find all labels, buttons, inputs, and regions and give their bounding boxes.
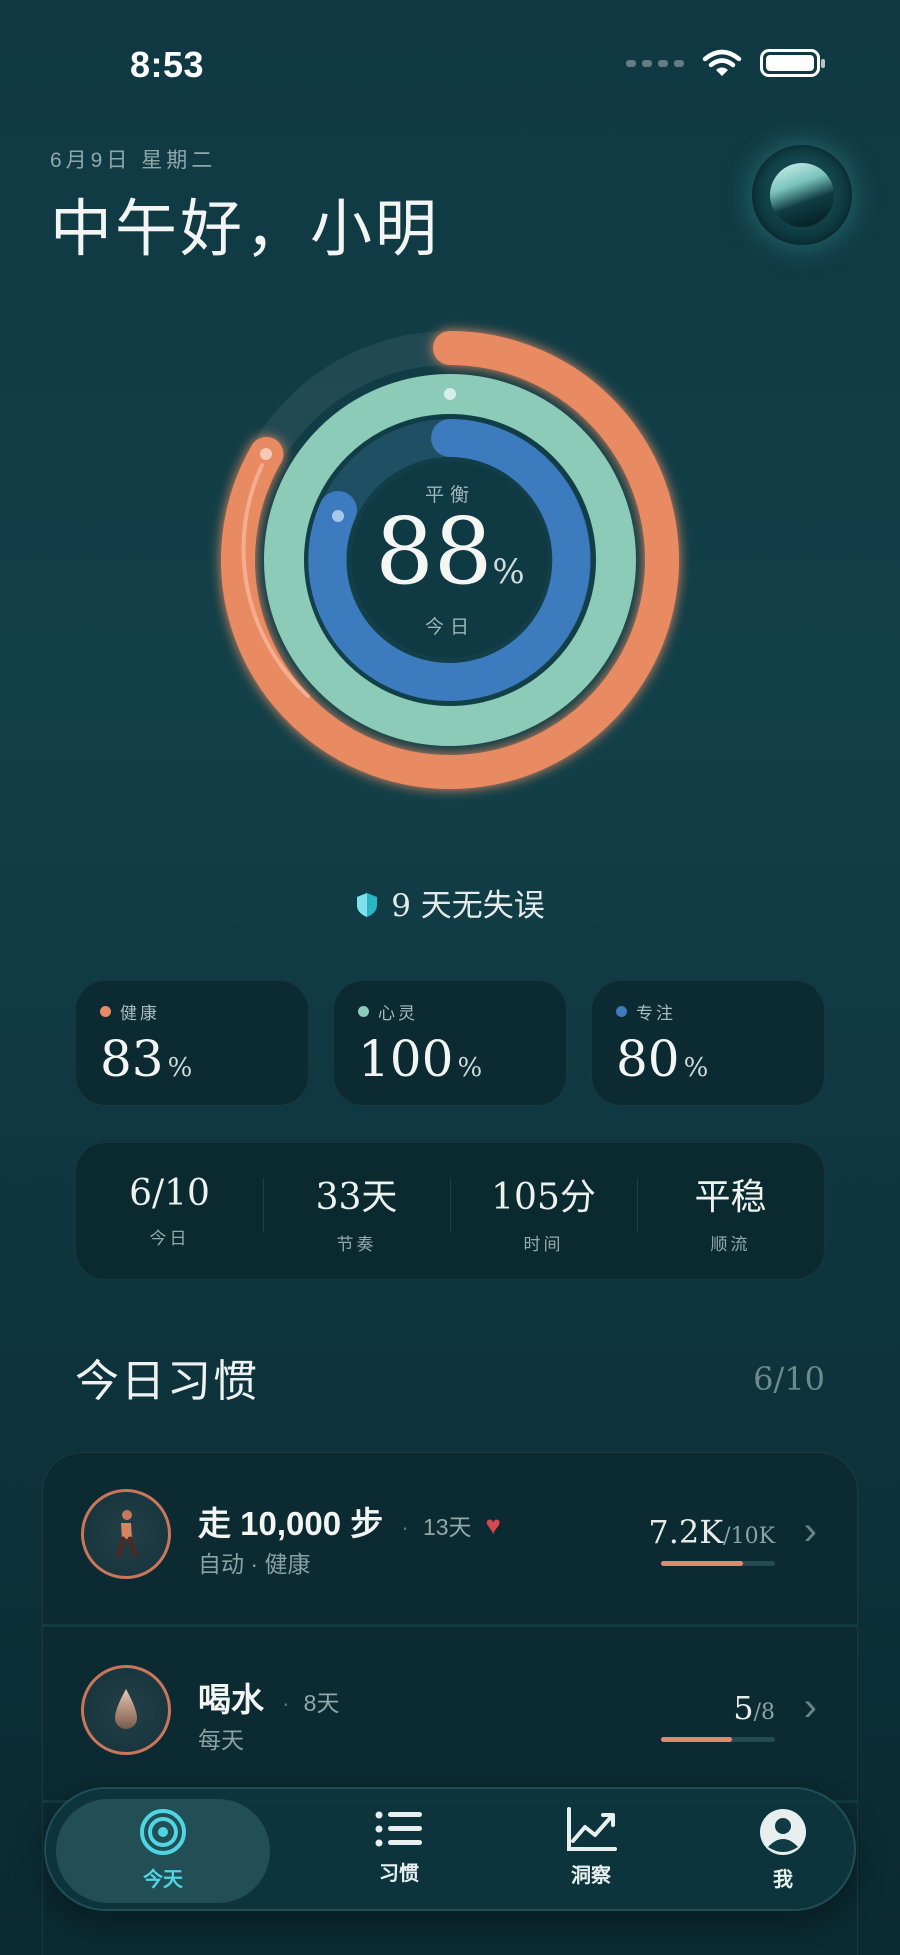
streak-text: 9 天无失误 bbox=[0, 880, 900, 925]
chevron-right-icon: › bbox=[803, 1509, 817, 1553]
stats-summary: 6/10 今日 33天 节奏 105分 时间 平稳 顺流 bbox=[75, 1142, 825, 1280]
greeting-title: 中午好，小明 bbox=[50, 192, 441, 265]
category-card-focus[interactable]: 专注 80% bbox=[591, 980, 825, 1106]
habit-meta: 每天 bbox=[198, 1727, 244, 1753]
tab-bar: 今天 习惯 洞察 我 bbox=[44, 1787, 856, 1911]
habit-progress-bar bbox=[661, 1737, 775, 1742]
category-card-mind[interactable]: 心灵 100% bbox=[333, 980, 567, 1106]
target-icon bbox=[140, 1809, 186, 1855]
category-label: 专注 bbox=[636, 1004, 676, 1023]
tab-label: 习惯 bbox=[379, 1863, 419, 1885]
profile-icon bbox=[760, 1809, 806, 1855]
avatar-orb-icon bbox=[770, 163, 834, 227]
stat-flow: 平稳 顺流 bbox=[637, 1168, 824, 1255]
tab-label: 今天 bbox=[143, 1869, 183, 1891]
category-value: 80% bbox=[616, 1030, 709, 1088]
walking-icon bbox=[81, 1489, 171, 1579]
cellular-signal-icon bbox=[626, 59, 684, 67]
avatar[interactable] bbox=[752, 145, 852, 245]
status-time: 8:53 bbox=[130, 44, 205, 85]
tab-insights[interactable]: 洞察 bbox=[496, 1789, 686, 1913]
stat-time: 105分 时间 bbox=[450, 1168, 637, 1255]
stat-rhythm: 33天 节奏 bbox=[263, 1168, 450, 1255]
tab-me[interactable]: 我 bbox=[688, 1789, 878, 1913]
focus-dot-icon bbox=[616, 1006, 627, 1017]
ring-center-sub: 今日 bbox=[424, 617, 475, 638]
water-drop-icon bbox=[81, 1665, 171, 1755]
habit-name: 喝水 · 8天 bbox=[198, 1681, 340, 1718]
habit-progress-bar bbox=[661, 1561, 775, 1566]
category-label: 健康 bbox=[120, 1004, 160, 1023]
habit-name: 走 10,000 步 · 13天 ♥ bbox=[198, 1505, 501, 1542]
tab-label: 我 bbox=[773, 1869, 793, 1891]
stat-today: 6/10 今日 bbox=[129, 1173, 210, 1248]
tab-label: 洞察 bbox=[571, 1865, 611, 1887]
list-icon bbox=[375, 1811, 422, 1847]
status-icons bbox=[626, 48, 825, 78]
tab-habits[interactable]: 习惯 bbox=[304, 1789, 494, 1913]
habit-row-walk[interactable]: 走 10,000 步 · 13天 ♥ 自动 · 健康 7.2K/10K › bbox=[43, 1453, 857, 1627]
habits-section-title: 今日习惯 bbox=[75, 1356, 259, 1407]
category-value: 83% bbox=[100, 1030, 193, 1088]
category-label: 心灵 bbox=[378, 1004, 418, 1023]
habit-progress-value: 7.2K/10K bbox=[648, 1513, 775, 1551]
habits-count: 6/10 bbox=[753, 1360, 825, 1398]
wifi-icon bbox=[702, 49, 742, 76]
battery-icon bbox=[760, 49, 825, 77]
habit-progress-value: 5/8 bbox=[733, 1689, 775, 1727]
ring-center-value: 88% bbox=[375, 498, 525, 605]
habit-row-water[interactable]: 喝水 · 8天 每天 5/8 › bbox=[43, 1629, 857, 1803]
date-label: 6月9日 星期二 bbox=[50, 149, 217, 172]
chart-icon bbox=[567, 1807, 617, 1851]
mind-dot-icon bbox=[358, 1006, 369, 1017]
category-value: 100% bbox=[358, 1030, 483, 1088]
balance-rings[interactable]: 平衡 88% 今日 bbox=[200, 310, 700, 810]
shield-icon bbox=[357, 893, 378, 917]
health-dot-icon bbox=[100, 1006, 111, 1017]
category-card-health[interactable]: 健康 83% bbox=[75, 980, 309, 1106]
habit-meta: 自动 · 健康 bbox=[198, 1551, 311, 1577]
chevron-right-icon: › bbox=[803, 1685, 817, 1729]
tab-today[interactable]: 今天 bbox=[56, 1799, 270, 1903]
heart-icon: ♥ bbox=[485, 1510, 501, 1540]
